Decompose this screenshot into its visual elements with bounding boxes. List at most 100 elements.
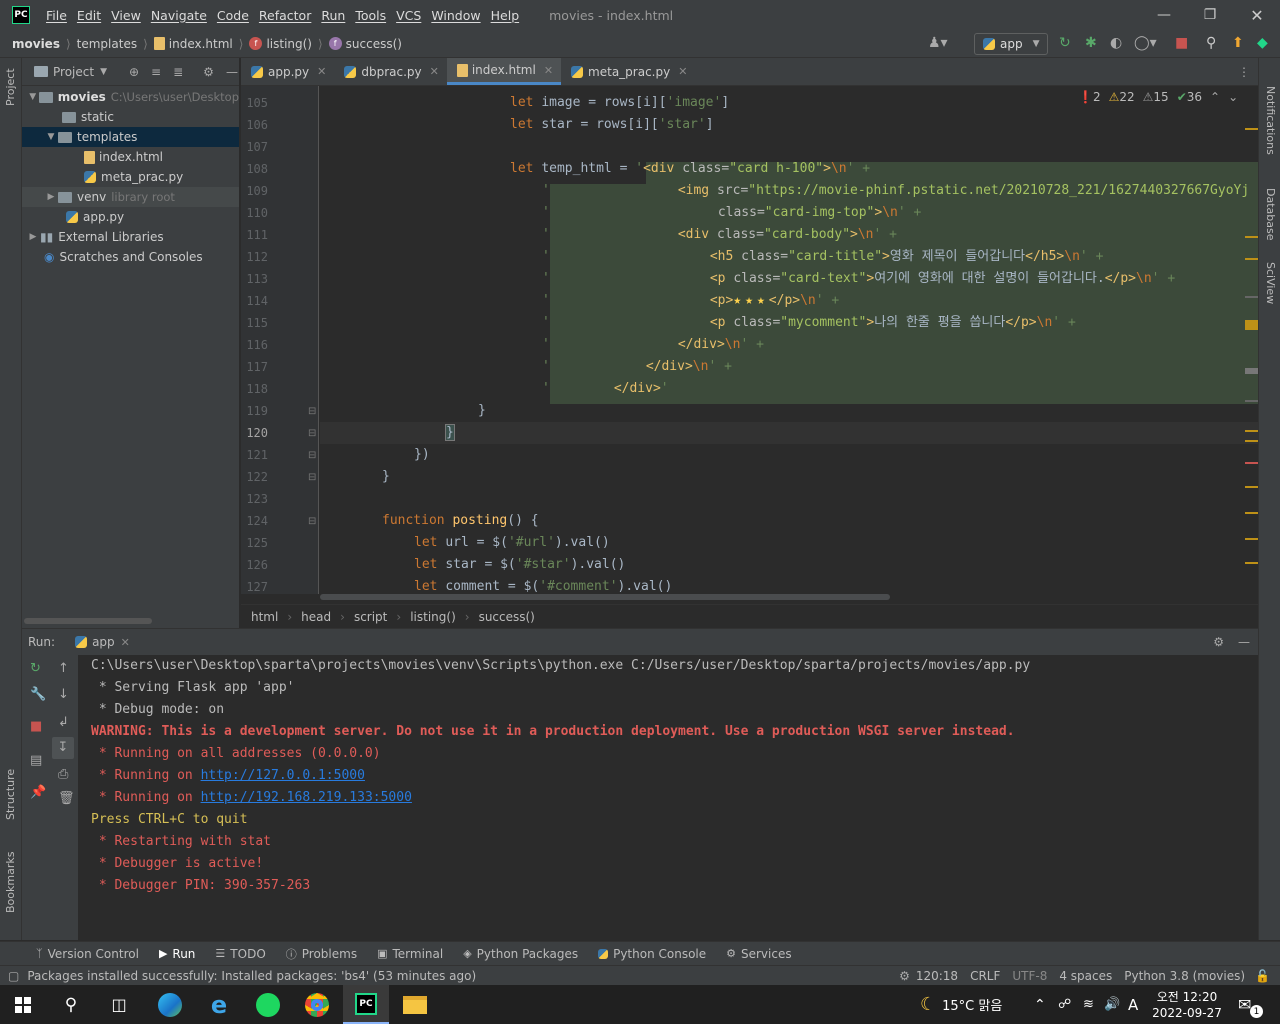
file-explorer-icon[interactable] <box>392 985 438 1024</box>
console-link-lan[interactable]: http://192.168.219.133:5000 <box>201 790 412 805</box>
menu-window[interactable]: Window <box>431 8 480 23</box>
edge-icon[interactable] <box>147 985 193 1024</box>
tree-item-meta-prac[interactable]: meta_prac.py <box>22 167 239 187</box>
menu-file[interactable]: File <box>46 8 67 23</box>
plugin-icon[interactable]: ◆ <box>1257 35 1268 51</box>
warning-stripe-mark[interactable] <box>1245 486 1258 488</box>
warning-stripe-mark[interactable] <box>1245 128 1258 130</box>
error-stripe-mark[interactable] <box>1245 462 1258 464</box>
tree-item-scratches[interactable]: ◉ Scratches and Consoles <box>22 247 239 267</box>
chevron-down-icon[interactable]: ▼ <box>26 92 39 102</box>
close-icon[interactable]: ✕ <box>1234 0 1280 30</box>
stripe-mark[interactable] <box>1245 400 1258 402</box>
windows-start-icon[interactable] <box>0 985 46 1024</box>
profile-icon[interactable]: ◯▾ <box>1134 35 1157 51</box>
code-editor[interactable]: let image = rows[i]['image'] let star = … <box>320 86 1258 594</box>
nav-crumb-listing[interactable]: f listing() <box>249 37 312 51</box>
nav-crumb-templates[interactable]: templates <box>77 37 137 51</box>
code-line-115[interactable]: ' <p class="mycomment">나의 한줄 평을 씁니다</p>\n… <box>542 312 1076 334</box>
code-line-112[interactable]: ' <h5 class="card-title">영화 제목이 들어갑니다</h5… <box>542 246 1103 268</box>
tray-device-icon[interactable]: ☍ <box>1058 985 1071 1024</box>
horizontal-scrollbar[interactable] <box>24 618 152 624</box>
breadcrumb-item[interactable]: success() <box>479 610 535 624</box>
side-tab-bookmarks[interactable]: Bookmarks <box>4 852 17 913</box>
code-line-110[interactable]: ' class="card-img-top">\n' + <box>542 202 921 224</box>
menu-help[interactable]: Help <box>491 8 520 23</box>
close-tab-icon[interactable]: ✕ <box>544 64 553 77</box>
code-line-117[interactable]: ' </div>\n' + <box>542 356 732 378</box>
gear-icon[interactable]: ⚙ <box>1213 635 1224 649</box>
locate-icon[interactable]: ⊕ <box>129 65 139 79</box>
debug-icon[interactable]: ✱ <box>1085 35 1097 51</box>
tree-item-static[interactable]: static <box>22 107 239 127</box>
search-icon[interactable]: ⚲ <box>48 985 94 1024</box>
editor-horizontal-scrollbar[interactable] <box>320 594 890 600</box>
nav-crumb-success[interactable]: f success() <box>328 37 402 51</box>
fold-icon[interactable]: ⊟ <box>308 450 316 461</box>
warning-stripe-mark[interactable] <box>1245 562 1258 564</box>
arrow-up-icon[interactable]: ↑ <box>58 661 69 676</box>
close-tab-icon[interactable]: ✕ <box>317 65 326 78</box>
code-line-121[interactable]: }) <box>414 444 430 466</box>
code-line-120[interactable]: } <box>445 422 455 444</box>
project-panel-title[interactable]: Project <box>53 65 94 79</box>
code-line-118[interactable]: ' </div>' <box>542 378 669 400</box>
warning-stripe-mark[interactable] <box>1245 512 1258 514</box>
tree-item-external-libraries[interactable]: ▶ ▮▮ External Libraries <box>22 227 239 247</box>
stripe-mark[interactable] <box>1245 296 1258 298</box>
trash-icon[interactable]: 🗑 <box>58 791 75 806</box>
code-line-111[interactable]: ' <div class="card-body">\n' + <box>542 224 897 246</box>
line-separator[interactable]: CRLF <box>970 969 1000 983</box>
lock-icon[interactable]: 🔓 <box>1255 969 1270 983</box>
side-tab-database[interactable]: Database <box>1264 188 1277 241</box>
weather-widget[interactable]: ☾ 15°C 맑음 <box>920 985 1002 1024</box>
warning-stripe-mark[interactable] <box>1245 538 1258 540</box>
task-view-icon[interactable]: ◫ <box>96 985 142 1024</box>
menu-code[interactable]: Code <box>217 8 249 23</box>
chevron-right-icon[interactable]: ▶ <box>44 192 58 202</box>
tool-tab-python-packages[interactable]: ◈ Python Packages <box>463 947 578 961</box>
code-line-122[interactable]: } <box>382 466 390 488</box>
close-tab-icon[interactable]: ✕ <box>678 65 687 78</box>
panel-toggle-icon[interactable]: ▢ <box>8 969 19 983</box>
breadcrumb-item[interactable]: listing() <box>410 610 456 624</box>
coverage-icon[interactable]: ◐ <box>1110 35 1122 51</box>
chevron-down-icon[interactable]: ▼ <box>44 132 58 142</box>
tree-item-templates[interactable]: ▼ templates <box>22 127 239 147</box>
close-tab-icon[interactable]: ✕ <box>121 636 130 649</box>
code-line-125[interactable]: let url = $('#url').val() <box>414 532 610 554</box>
code-line-109[interactable]: ' <img src="https://movie-phinf.pstatic.n… <box>542 180 1249 202</box>
file-encoding[interactable]: UTF-8 <box>1012 969 1047 983</box>
warning-stripe-mark[interactable] <box>1245 236 1258 238</box>
more-tabs-icon[interactable]: ⋮ <box>1238 65 1250 79</box>
restore-icon[interactable]: ❐ <box>1187 0 1233 30</box>
run-console[interactable]: C:\Users\user\Desktop\sparta\projects\mo… <box>79 655 1258 940</box>
fold-icon[interactable]: ⊟ <box>308 472 316 483</box>
inspection-widget[interactable]: ❗2 ⚠22 ⚠15 ✔36 ⌃ ⌄ <box>1078 90 1238 104</box>
fold-icon[interactable]: ⊟ <box>308 406 316 417</box>
status-message[interactable]: Packages installed successfully: Install… <box>27 969 476 983</box>
tab-meta-prac-py[interactable]: meta_prac.py ✕ <box>561 58 695 85</box>
warning-stripe-mark[interactable] <box>1245 430 1258 432</box>
notification-center-icon[interactable]: ✉ 1 <box>1238 985 1263 1024</box>
stop-icon[interactable]: ■ <box>30 719 42 734</box>
menu-vcs[interactable]: VCS <box>396 8 421 23</box>
print-icon[interactable]: ⎙ <box>58 767 68 782</box>
menu-tools[interactable]: Tools <box>355 8 386 23</box>
next-highlight-icon[interactable]: ⌄ <box>1228 90 1238 104</box>
close-tab-icon[interactable]: ✕ <box>430 65 439 78</box>
menu-edit[interactable]: Edit <box>77 8 101 23</box>
tree-item-index-html[interactable]: index.html <box>22 147 239 167</box>
rerun-icon[interactable]: ↻ <box>1059 35 1071 51</box>
pycharm-logo-icon[interactable]: PC <box>12 6 30 24</box>
gear-icon[interactable]: ⚙ <box>203 65 214 79</box>
hide-panel-icon[interactable]: — <box>226 65 238 79</box>
tool-tab-version-control[interactable]: ᛉ Version Control <box>36 947 139 961</box>
scroll-to-end-icon[interactable]: ↧ <box>52 737 74 759</box>
code-line-126[interactable]: let star = $('#star').val() <box>414 554 625 576</box>
code-line-114[interactable]: ' <p>★★★</p>\n' + <box>542 290 839 312</box>
menu-view[interactable]: View <box>111 8 141 23</box>
input-method-indicator[interactable]: A <box>1128 985 1138 1024</box>
update-icon[interactable]: ⬆ <box>1232 35 1244 51</box>
menu-navigate[interactable]: Navigate <box>151 8 207 23</box>
